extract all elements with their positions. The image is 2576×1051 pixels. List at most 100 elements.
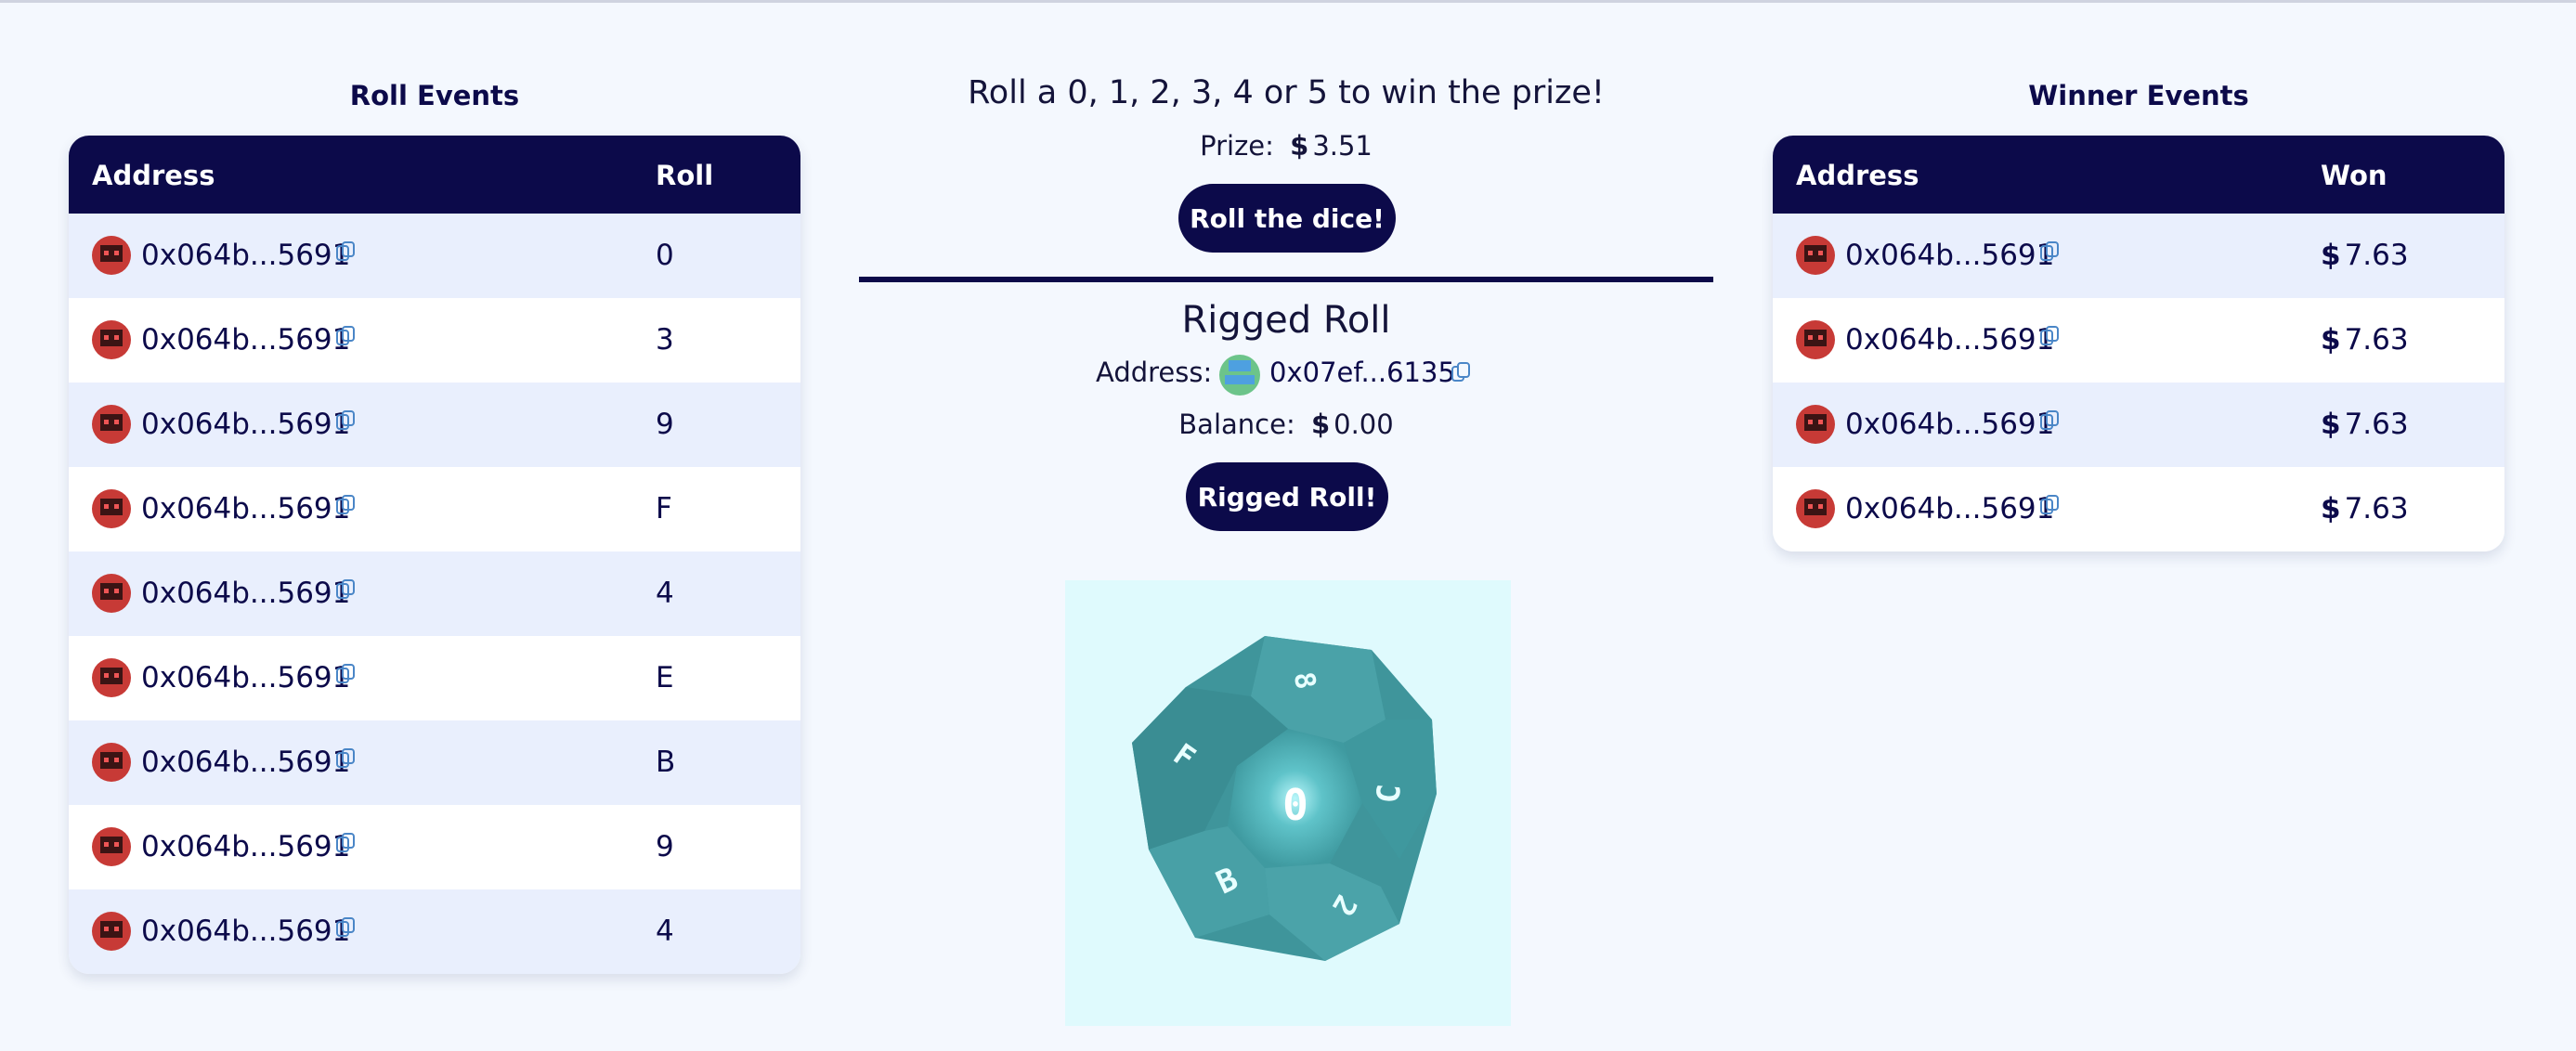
avatar-face: [1804, 245, 1827, 262]
table-row: 0x064b...5691 E: [69, 636, 800, 720]
avatar-face: [1804, 330, 1827, 346]
copy-icon[interactable]: [336, 326, 355, 345]
prize-label: Prize:: [1200, 130, 1274, 162]
table-row: 0x064b...5691 B: [69, 720, 800, 805]
address-label: Address:: [1096, 357, 1213, 388]
address-value: 0x064b...5691: [141, 830, 351, 863]
avatar-face: [100, 752, 123, 769]
roll-value: F: [656, 492, 672, 526]
won-amount: 7.63: [2344, 408, 2409, 441]
roll-value: E: [656, 661, 674, 694]
column-header-address: Address: [1796, 160, 1919, 191]
roll-value: 9: [656, 830, 674, 863]
avatar-face: [100, 330, 123, 346]
game-instructions: Roll a 0, 1, 2, 3, 4 or 5 to win the pri…: [968, 74, 1605, 111]
copy-icon[interactable]: [336, 579, 355, 599]
table-header: Address Roll: [69, 136, 800, 214]
copy-icon[interactable]: [336, 410, 355, 430]
won-value: $7.63: [2321, 323, 2409, 357]
avatar-face: [100, 414, 123, 431]
table-row: 0x064b...5691 $7.63: [1773, 214, 2504, 298]
table-row: 0x064b...5691 0: [69, 214, 800, 298]
copy-icon[interactable]: [336, 664, 355, 683]
table-row: 0x064b...5691 $7.63: [1773, 383, 2504, 467]
dollar-icon: $: [2321, 323, 2341, 357]
address-value: 0x064b...5691: [141, 577, 351, 610]
copy-icon[interactable]: [2040, 326, 2059, 345]
copy-icon[interactable]: [336, 748, 355, 768]
table-header: Address Won: [1773, 136, 2504, 214]
column-header-roll: Roll: [656, 160, 714, 191]
balance-label: Balance:: [1178, 409, 1295, 440]
avatar: [92, 912, 131, 951]
avatar: [92, 658, 131, 697]
balance-line: Balance: $0.00: [859, 409, 1713, 440]
prize-line: Prize: $3.51: [859, 130, 1713, 162]
table-row: 0x064b...5691 $7.63: [1773, 467, 2504, 551]
avatar-face: [1804, 499, 1827, 515]
dollar-icon: $: [2321, 492, 2341, 526]
rigged-address-value: 0x07ef...6135: [1269, 357, 1455, 388]
avatar: [92, 236, 131, 275]
address-value: 0x064b...5691: [141, 239, 351, 272]
address-value: 0x064b...5691: [1845, 492, 2055, 526]
dollar-icon: $: [2321, 239, 2341, 272]
copy-icon[interactable]: [336, 833, 355, 852]
avatar-face: [1804, 414, 1827, 431]
address-value: 0x064b...5691: [141, 661, 351, 694]
prize-value: 3.51: [1312, 130, 1373, 162]
copy-icon[interactable]: [336, 241, 355, 261]
won-amount: 7.63: [2344, 239, 2409, 272]
roll-value: B: [656, 746, 676, 779]
avatar-face: [100, 837, 123, 853]
roll-events-body: 0x064b...5691 0 0x064b...5691 3 0x064b...569…: [69, 214, 800, 974]
top-border: [0, 0, 2576, 3]
copy-icon[interactable]: [2040, 410, 2059, 430]
die-face-label: C: [1370, 783, 1409, 805]
copy-icon[interactable]: [2040, 495, 2059, 514]
roll-events-title: Roll Events: [349, 80, 520, 111]
winner-events-table: Address Won 0x064b...5691 $7.63 0x064b...5…: [1773, 136, 2504, 551]
address-value: 0x064b...5691: [1845, 408, 2055, 441]
roll-value: 3: [656, 323, 674, 357]
won-value: $7.63: [2321, 408, 2409, 441]
dollar-icon: $: [1290, 130, 1309, 162]
rigged-roll-button[interactable]: Rigged Roll!: [1186, 462, 1388, 531]
dollar-icon: $: [2321, 408, 2341, 441]
avatar-face: [100, 921, 123, 938]
address-value: 0x064b...5691: [1845, 323, 2055, 357]
dollar-icon: $: [1310, 409, 1331, 440]
roll-value: 0: [656, 239, 674, 272]
avatar: [1796, 489, 1835, 528]
address-value: 0x064b...5691: [141, 915, 351, 948]
table-row: 0x064b...5691 9: [69, 383, 800, 467]
copy-icon[interactable]: [336, 495, 355, 514]
avatar-face: [100, 583, 123, 600]
won-amount: 7.63: [2344, 492, 2409, 526]
address-value: 0x064b...5691: [141, 746, 351, 779]
won-value: $7.63: [2321, 492, 2409, 526]
copy-icon[interactable]: [2040, 241, 2059, 261]
column-header-won: Won: [2321, 160, 2387, 191]
avatar: [92, 489, 131, 528]
avatar: [1796, 236, 1835, 275]
table-row: 0x064b...5691 $7.63: [1773, 298, 2504, 383]
table-row: 0x064b...5691 3: [69, 298, 800, 383]
avatar: [1796, 320, 1835, 359]
address-value: 0x064b...5691: [1845, 239, 2055, 272]
avatar: [92, 320, 131, 359]
avatar-face: [100, 668, 123, 684]
rigged-roll-title: Rigged Roll: [1181, 299, 1391, 342]
die-face-label: 0: [1282, 780, 1308, 830]
address-value: 0x064b...5691: [141, 492, 351, 526]
roll-events-table: Address Roll 0x064b...5691 0 0x064b...5691…: [69, 136, 800, 974]
winner-events-title: Winner Events: [2028, 80, 2249, 111]
roll-value: 4: [656, 577, 674, 610]
balance-value: 0.00: [1334, 409, 1394, 440]
roll-dice-button[interactable]: Roll the dice!: [1178, 184, 1396, 253]
avatar-face: [100, 245, 123, 262]
copy-icon[interactable]: [336, 917, 355, 937]
roll-value: 9: [656, 408, 674, 441]
copy-icon[interactable]: [1451, 362, 1470, 383]
dice-display: 0 8 C F B 2: [1065, 580, 1511, 1026]
